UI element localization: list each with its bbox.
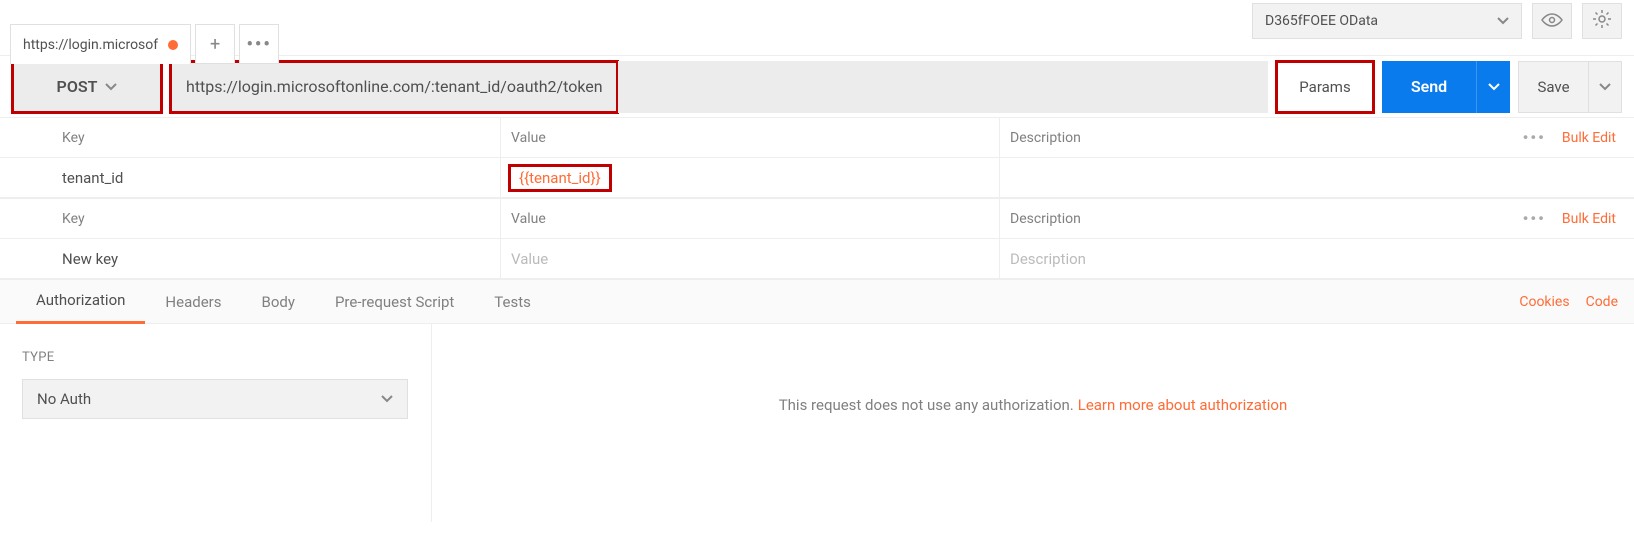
send-dropdown[interactable] bbox=[1476, 61, 1510, 113]
send-group: Send bbox=[1382, 61, 1510, 113]
query-params-section: Key Value Description ••• Bulk Edit New … bbox=[0, 199, 1634, 280]
auth-type-selector[interactable]: No Auth bbox=[22, 379, 408, 419]
save-group: Save bbox=[1518, 61, 1622, 113]
bulk-edit-link[interactable]: Bulk Edit bbox=[1562, 211, 1616, 227]
gear-icon bbox=[1592, 9, 1612, 33]
chevron-down-icon bbox=[105, 83, 117, 91]
param-key[interactable]: tenant_id bbox=[0, 169, 500, 187]
ellipsis-icon[interactable]: ••• bbox=[1523, 128, 1546, 147]
tab-authorization[interactable]: Authorization bbox=[16, 280, 145, 324]
new-tab-button[interactable]: + bbox=[195, 24, 235, 64]
tab-prerequest[interactable]: Pre-request Script bbox=[315, 280, 474, 324]
param-value-variable: {{tenant_id}} bbox=[511, 167, 609, 189]
environment-selector[interactable]: D365fFOEE OData bbox=[1252, 3, 1522, 39]
params-label: Params bbox=[1299, 78, 1350, 96]
code-link[interactable]: Code bbox=[1586, 294, 1618, 310]
environment-quicklook-button[interactable] bbox=[1532, 3, 1572, 39]
request-tabs-area: https://login.microsof + ••• bbox=[0, 0, 1252, 56]
col-key-header: Key bbox=[0, 130, 500, 146]
plus-icon: + bbox=[210, 34, 220, 55]
query-params-actions: ••• Bulk Edit bbox=[1474, 209, 1634, 228]
path-param-row[interactable]: tenant_id {{tenant_id}} bbox=[0, 158, 1634, 198]
environment-settings-button[interactable] bbox=[1582, 3, 1622, 39]
col-description-header: Description bbox=[1000, 211, 1474, 227]
authorization-panel: TYPE No Auth This request does not use a… bbox=[0, 324, 1634, 522]
new-description-input[interactable]: Description bbox=[1000, 250, 1474, 268]
ellipsis-icon[interactable]: ••• bbox=[1523, 209, 1546, 228]
request-detail-tabs: Authorization Headers Body Pre-request S… bbox=[0, 280, 1634, 324]
eye-icon bbox=[1541, 12, 1563, 31]
new-key-input[interactable]: New key bbox=[0, 250, 500, 268]
save-dropdown[interactable] bbox=[1588, 61, 1622, 113]
param-value-cell[interactable]: {{tenant_id}} bbox=[501, 167, 999, 189]
header-bar: https://login.microsof + ••• D365fFOEE O… bbox=[0, 0, 1634, 56]
send-label: Send bbox=[1411, 77, 1447, 96]
save-button[interactable]: Save bbox=[1518, 61, 1588, 113]
chevron-down-icon bbox=[1599, 83, 1611, 91]
tab-body[interactable]: Body bbox=[241, 280, 314, 324]
path-params-header: Key Value Description ••• Bulk Edit bbox=[0, 118, 1634, 158]
tab-headers[interactable]: Headers bbox=[145, 280, 241, 324]
col-value-header: Value bbox=[501, 130, 999, 146]
request-tab[interactable]: https://login.microsof bbox=[10, 24, 191, 64]
url-input-extension[interactable] bbox=[618, 61, 1268, 113]
col-value-header: Value bbox=[501, 211, 999, 227]
divider bbox=[999, 158, 1000, 198]
learn-more-link[interactable]: Learn more about authorization bbox=[1078, 396, 1288, 414]
tab-options-button[interactable]: ••• bbox=[239, 24, 279, 64]
path-params-actions: ••• Bulk Edit bbox=[1474, 128, 1634, 147]
save-label: Save bbox=[1537, 78, 1569, 96]
chevron-down-icon bbox=[1497, 17, 1509, 25]
send-button[interactable]: Send bbox=[1382, 61, 1476, 113]
chevron-down-icon bbox=[1488, 83, 1500, 91]
new-param-row[interactable]: New key Value Description bbox=[0, 239, 1634, 279]
ellipsis-icon: ••• bbox=[246, 34, 271, 55]
path-params-section: Key Value Description ••• Bulk Edit tena… bbox=[0, 118, 1634, 199]
query-params-header: Key Value Description ••• Bulk Edit bbox=[0, 199, 1634, 239]
chevron-down-icon bbox=[381, 395, 393, 403]
col-key-header: Key bbox=[0, 211, 500, 227]
auth-message-panel: This request does not use any authorizat… bbox=[432, 324, 1634, 522]
col-description-header: Description bbox=[1000, 130, 1474, 146]
auth-message: This request does not use any authorizat… bbox=[779, 396, 1074, 414]
request-tab-title: https://login.microsof bbox=[23, 37, 158, 53]
environment-name: D365fFOEE OData bbox=[1265, 13, 1378, 29]
auth-type-panel: TYPE No Auth bbox=[0, 324, 432, 522]
url-input[interactable] bbox=[170, 61, 618, 113]
method-label: POST bbox=[57, 77, 98, 96]
tab-right-links: Cookies Code bbox=[1519, 294, 1618, 310]
auth-type-value: No Auth bbox=[37, 390, 91, 408]
tab-tests[interactable]: Tests bbox=[474, 280, 551, 324]
params-button[interactable]: Params bbox=[1276, 61, 1374, 113]
cookies-link[interactable]: Cookies bbox=[1519, 294, 1569, 310]
new-value-input[interactable]: Value bbox=[501, 250, 999, 268]
auth-type-label: TYPE bbox=[22, 350, 409, 365]
method-selector[interactable]: POST bbox=[12, 61, 162, 113]
bulk-edit-link[interactable]: Bulk Edit bbox=[1562, 130, 1616, 146]
unsaved-indicator-icon bbox=[168, 40, 178, 50]
request-bar: POST Params Send Save bbox=[0, 56, 1634, 118]
header-right-tools: D365fFOEE OData bbox=[1252, 0, 1634, 42]
